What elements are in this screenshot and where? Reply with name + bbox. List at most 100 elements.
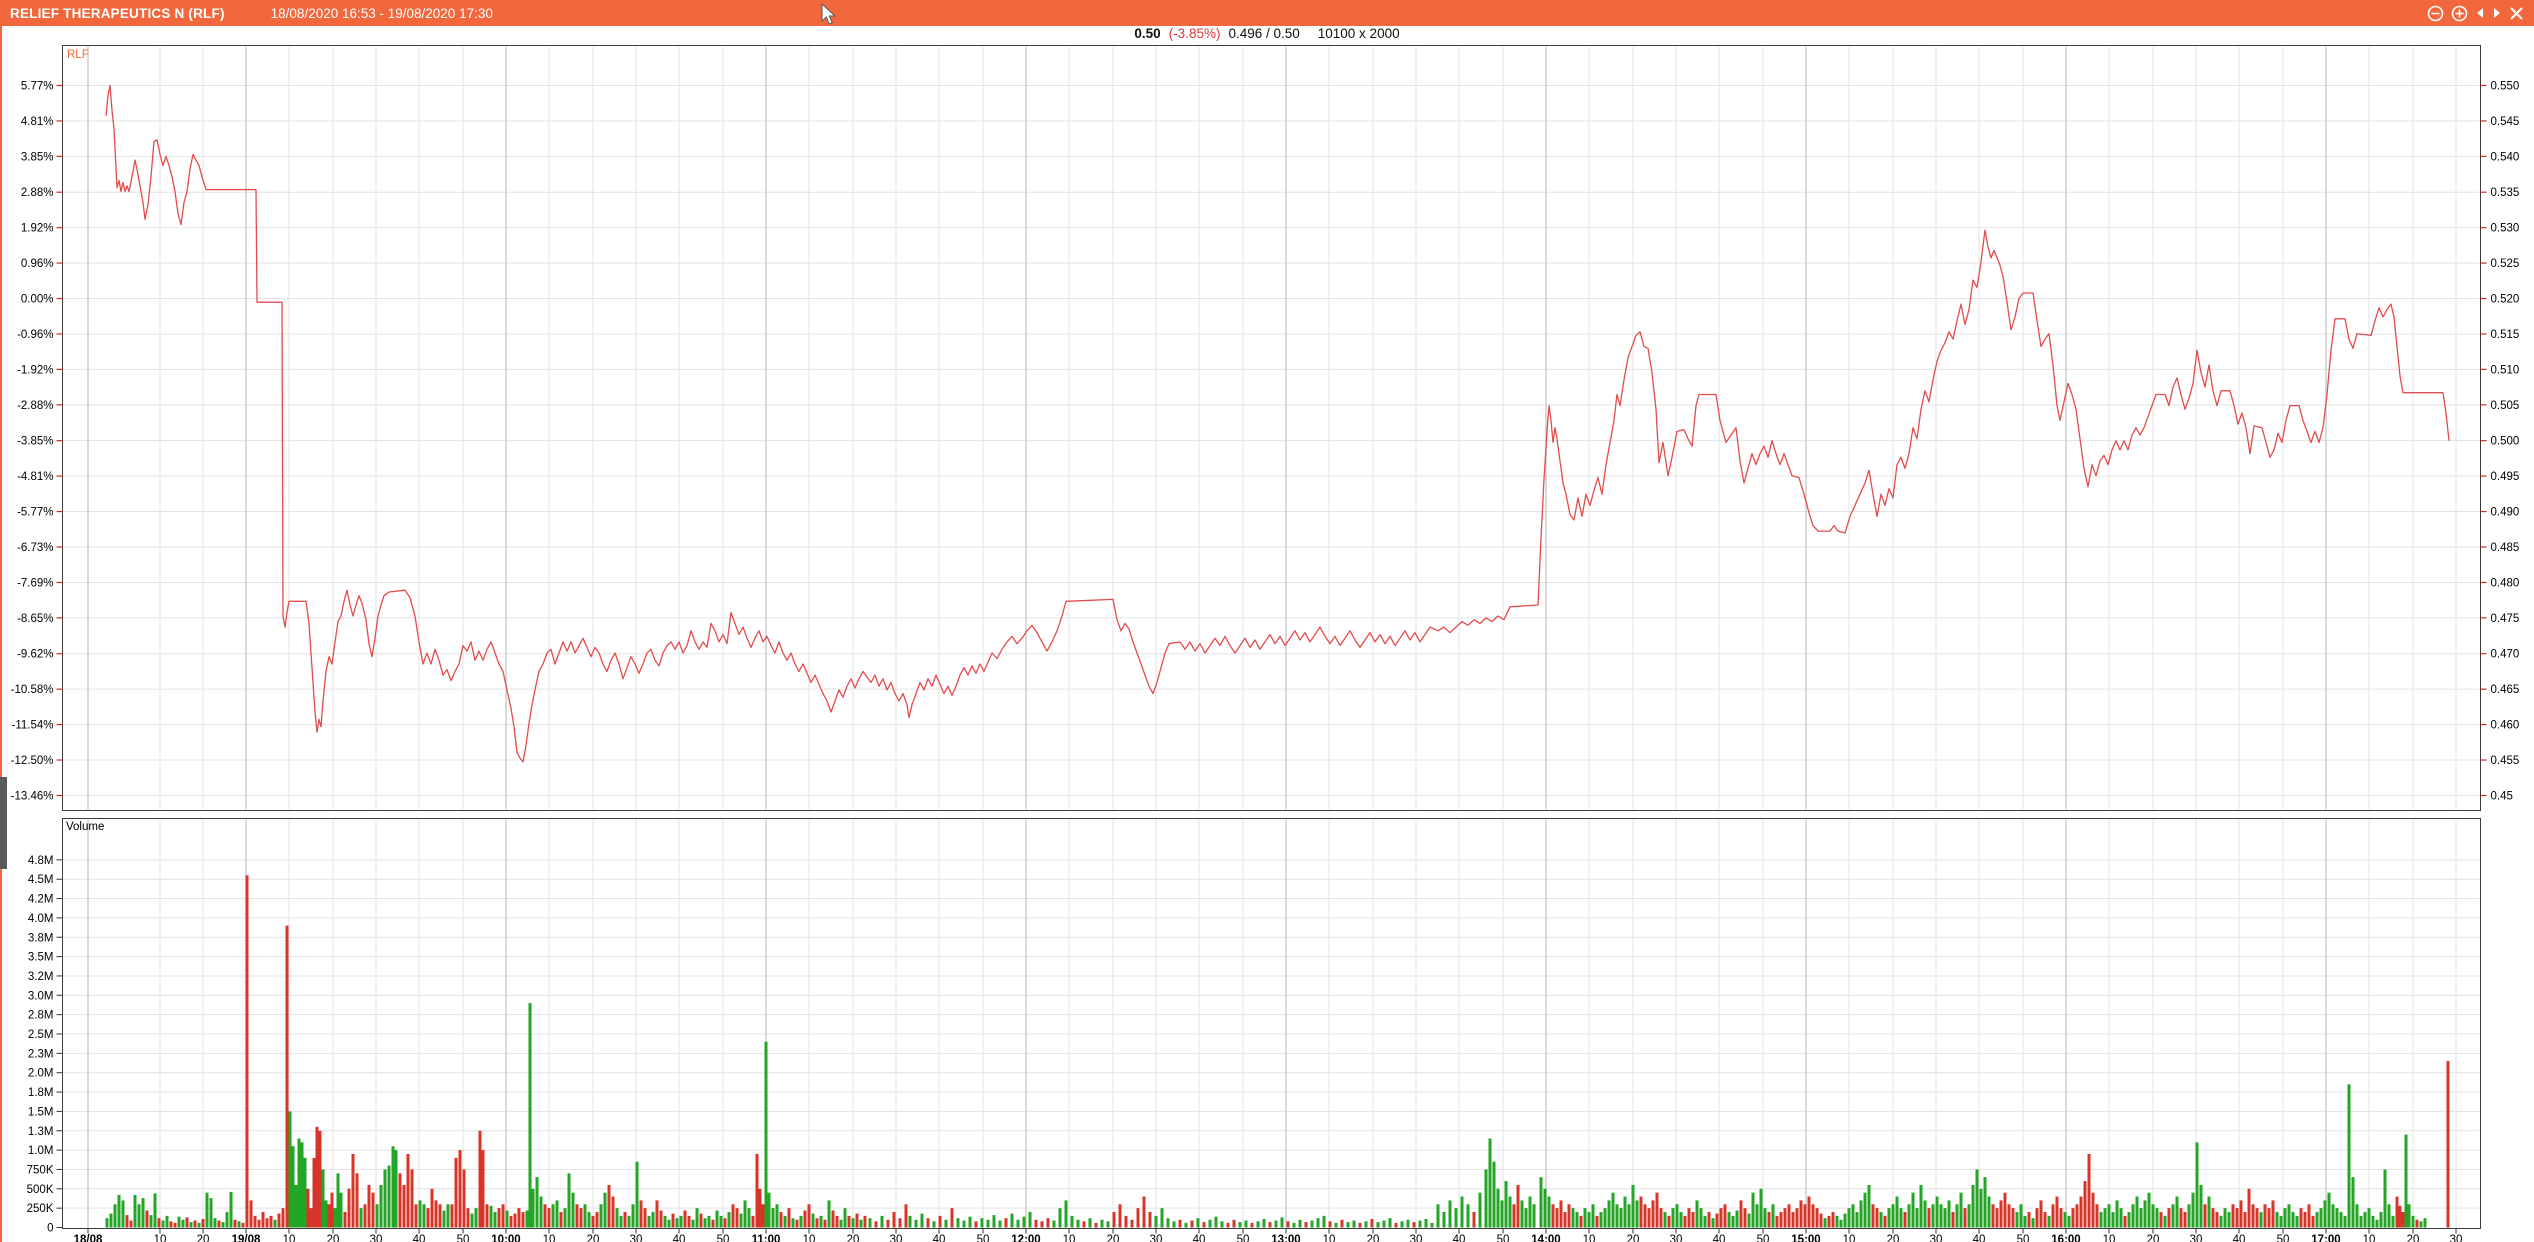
volume-bar	[307, 1189, 310, 1228]
volume-bar	[325, 1200, 328, 1227]
volume-bar	[2340, 1212, 2343, 1227]
volume-bar	[310, 1208, 313, 1227]
volume-axis-label: 4.8M	[28, 855, 54, 867]
volume-bar	[2216, 1212, 2219, 1227]
volume-bar	[1824, 1218, 1827, 1227]
volume-bar	[1221, 1221, 1224, 1227]
volume-bar	[1305, 1222, 1308, 1227]
volume-bar	[1053, 1221, 1056, 1228]
x-axis-label: 20	[1887, 1234, 1900, 1242]
volume-bar	[544, 1204, 547, 1227]
volume-bar	[1588, 1212, 1591, 1227]
volume-bar	[1972, 1185, 1975, 1228]
volume-bar	[1916, 1208, 1919, 1227]
volume-bar	[2402, 1212, 2405, 1227]
volume-bar	[2332, 1204, 2335, 1227]
zoom-in-icon[interactable]	[2451, 5, 2468, 22]
volume-bar	[800, 1216, 803, 1228]
price-axis-label-left: -1.92%	[17, 364, 53, 376]
volume-bar	[380, 1185, 383, 1228]
volume-bar	[2416, 1220, 2419, 1228]
price-pane	[63, 46, 2481, 811]
volume-bar	[2240, 1200, 2243, 1227]
volume-axis-label: 3.5M	[28, 952, 54, 964]
volume-bar	[230, 1192, 233, 1228]
volume-bar	[2188, 1204, 2191, 1227]
pane-resize-handle[interactable]	[0, 777, 7, 869]
volume-bar	[471, 1214, 474, 1228]
volume-bar	[2132, 1204, 2135, 1227]
volume-bar	[2212, 1208, 2215, 1227]
volume-axis-label: 3.8M	[28, 932, 54, 944]
volume-bar	[1215, 1217, 1218, 1228]
volume-bar	[1868, 1185, 1871, 1228]
x-axis-label: 15:00	[1791, 1234, 1820, 1242]
volume-bar	[1692, 1212, 1695, 1227]
volume-bar	[1732, 1216, 1735, 1228]
volume-bar	[270, 1216, 273, 1228]
price-axis-label-left: -12.50%	[11, 755, 54, 767]
volume-bar	[560, 1212, 563, 1227]
volume-bar	[170, 1221, 173, 1227]
zoom-out-icon[interactable]	[2427, 5, 2444, 22]
volume-bar	[2084, 1181, 2087, 1227]
volume-bar	[202, 1219, 205, 1228]
volume-bar	[792, 1218, 795, 1227]
window-titlebar[interactable]: RELIEF THERAPEUTICS N (RLF) 18/08/2020 1…	[0, 0, 2534, 26]
volume-bar	[2228, 1212, 2231, 1227]
price-axis-label-left: -10.58%	[11, 684, 54, 696]
volume-bar	[2060, 1208, 2063, 1227]
scroll-right-icon[interactable]	[2492, 6, 2502, 20]
volume-bar	[1936, 1197, 1939, 1228]
volume-bar	[222, 1222, 225, 1227]
volume-bar	[274, 1220, 277, 1228]
volume-bar	[933, 1221, 936, 1227]
volume-bar	[1335, 1223, 1338, 1228]
x-axis-label: 40	[1453, 1234, 1466, 1242]
x-axis-label: 30	[2450, 1234, 2463, 1242]
volume-axis-label: 1.8M	[28, 1087, 54, 1099]
volume-bar	[1544, 1189, 1547, 1228]
volume-bar	[494, 1212, 497, 1227]
volume-bar	[114, 1204, 117, 1227]
volume-bar	[887, 1220, 890, 1228]
price-axis-label-left: -3.85%	[17, 436, 53, 448]
volume-bar	[752, 1216, 755, 1228]
x-axis-label: 20	[197, 1234, 210, 1242]
x-axis-label: 30	[890, 1234, 903, 1242]
volume-bar	[2447, 1061, 2450, 1227]
volume-bar	[1071, 1216, 1074, 1228]
volume-bar	[154, 1193, 157, 1227]
volume-bar	[1968, 1204, 1971, 1227]
bid-ask-size: 10100 x 2000	[1318, 26, 1400, 41]
volume-bar	[1489, 1138, 1492, 1227]
scroll-left-icon[interactable]	[2475, 6, 2485, 20]
volume-bar	[2076, 1204, 2079, 1227]
volume-bar	[840, 1220, 843, 1228]
volume-bar	[2024, 1216, 2027, 1228]
volume-bar	[1740, 1200, 1743, 1227]
close-icon[interactable]	[2509, 6, 2524, 21]
volume-bar	[1720, 1208, 1723, 1227]
volume-bar	[2040, 1200, 2043, 1227]
volume-bar	[1353, 1221, 1356, 1228]
volume-bar	[548, 1208, 551, 1227]
price-axis-label-right: 0.485	[2491, 542, 2520, 554]
volume-bar	[1560, 1200, 1563, 1227]
volume-bar	[1125, 1216, 1128, 1228]
volume-bar	[2176, 1197, 2179, 1228]
volume-bar	[648, 1216, 651, 1228]
volume-axis-label: 4.2M	[28, 894, 54, 906]
volume-bar	[732, 1204, 735, 1227]
price-axis-label-right: 0.515	[2491, 329, 2520, 341]
volume-bar	[762, 1204, 765, 1227]
volume-bar	[1299, 1220, 1302, 1228]
volume-bar	[728, 1212, 731, 1227]
volume-bar	[676, 1218, 679, 1227]
volume-bar	[780, 1212, 783, 1227]
volume-bar	[816, 1218, 819, 1227]
x-axis-label: 30	[1930, 1234, 1943, 1242]
chart-canvas[interactable]: 5.77%0.5504.81%0.5453.85%0.5402.88%0.535…	[0, 0, 2534, 1242]
volume-bar	[759, 1189, 762, 1228]
volume-bar	[2204, 1204, 2207, 1227]
